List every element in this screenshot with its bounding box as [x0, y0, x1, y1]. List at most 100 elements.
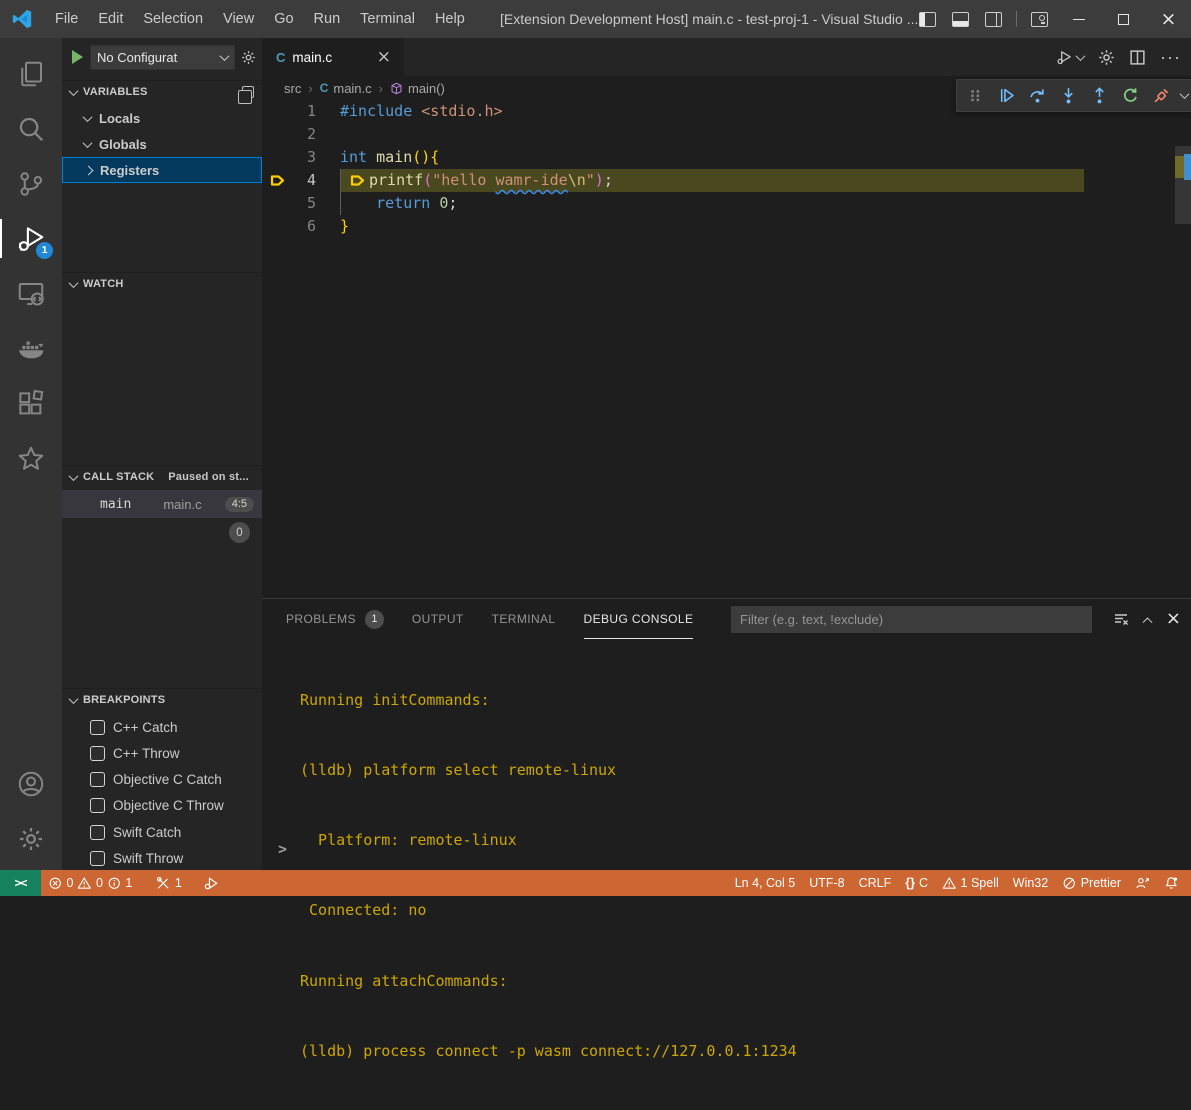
- callstack-frame-row[interactable]: main main.c 4:5: [62, 490, 262, 518]
- activity-run-debug[interactable]: 1: [0, 211, 62, 266]
- console-input-prompt[interactable]: >: [278, 840, 287, 858]
- clear-console-icon[interactable]: [1113, 611, 1129, 627]
- breadcrumb-symbol[interactable]: main(): [408, 81, 445, 96]
- menu-bar: File Edit Selection View Go Run Terminal…: [45, 0, 475, 38]
- variables-item-globals[interactable]: Globals: [62, 131, 262, 157]
- menu-run[interactable]: Run: [304, 0, 351, 38]
- tab-main-c[interactable]: C main.c ×: [262, 38, 404, 76]
- checkbox-icon[interactable]: [90, 851, 105, 866]
- activity-docker[interactable]: [0, 321, 62, 376]
- code-line-6: 6 }: [262, 215, 1191, 238]
- code-editor[interactable]: 1 #include <stdio.h> 2 3 int main(){ 4 p…: [262, 100, 1191, 598]
- eol-sequence[interactable]: CRLF: [852, 870, 899, 896]
- problems-status[interactable]: 0 0 1: [41, 870, 139, 896]
- language-mode[interactable]: {} C: [898, 870, 935, 896]
- menu-help[interactable]: Help: [425, 0, 475, 38]
- checkbox-icon[interactable]: [90, 772, 105, 787]
- breakpoint-cpp-throw[interactable]: C++ Throw: [62, 740, 262, 766]
- toggle-panel-icon[interactable]: [952, 12, 969, 27]
- feedback-button[interactable]: [1128, 870, 1157, 896]
- menu-go[interactable]: Go: [264, 0, 303, 38]
- maximize-panel-icon[interactable]: [1142, 617, 1152, 627]
- debug-config-dropdown[interactable]: No Configurat: [90, 45, 235, 70]
- maximize-button[interactable]: [1101, 0, 1146, 38]
- activity-remote-explorer[interactable]: [0, 266, 62, 321]
- menu-view[interactable]: View: [213, 0, 264, 38]
- activity-search[interactable]: [0, 101, 62, 156]
- debug-settings-gear-icon[interactable]: [241, 50, 256, 65]
- warning-icon: [77, 876, 92, 891]
- run-or-debug-button[interactable]: [1056, 49, 1084, 66]
- tools-icon: [156, 876, 171, 891]
- frame-position-badge: 4:5: [225, 497, 254, 512]
- variables-item-locals[interactable]: Locals: [62, 105, 262, 131]
- debug-sidebar: No Configurat VARIABLES Locals Globals R…: [62, 38, 262, 870]
- activity-explorer[interactable]: [0, 46, 62, 101]
- tab-problems[interactable]: PROBLEMS 1: [286, 599, 384, 639]
- checkbox-icon[interactable]: [90, 746, 105, 761]
- close-button[interactable]: ×: [1146, 0, 1191, 38]
- tab-debug-console[interactable]: DEBUG CONSOLE: [584, 599, 694, 639]
- toggle-sidebar-icon[interactable]: [919, 12, 936, 27]
- breakpoint-objc-catch[interactable]: Objective C Catch: [62, 766, 262, 792]
- overview-ruler[interactable]: [1175, 100, 1191, 598]
- files-icon: [16, 59, 46, 89]
- ruler-current-line-marker: [1175, 156, 1184, 178]
- checkbox-icon[interactable]: [90, 825, 105, 840]
- spell-checker-status[interactable]: 1 Spell: [935, 870, 1006, 896]
- copy-icon[interactable]: [242, 86, 254, 98]
- panel-actions: ×: [1113, 599, 1181, 639]
- checkbox-icon[interactable]: [90, 798, 105, 813]
- variables-section-header[interactable]: VARIABLES: [62, 80, 262, 103]
- breakpoint-cpp-catch[interactable]: C++ Catch: [62, 714, 262, 740]
- menu-edit[interactable]: Edit: [88, 0, 133, 38]
- notifications-button[interactable]: [1157, 870, 1186, 896]
- variables-item-registers[interactable]: Registers: [62, 157, 262, 183]
- remote-indicator[interactable]: ><: [0, 870, 41, 896]
- formatter-status[interactable]: Prettier: [1055, 870, 1128, 896]
- breadcrumb-src[interactable]: src: [284, 81, 301, 96]
- breakpoint-swift-catch[interactable]: Swift Catch: [62, 819, 262, 845]
- status-bar: >< 0 0 1 1 Ln 4, Col 5 UTF-8 CRLF {} C: [0, 870, 1191, 896]
- menu-file[interactable]: File: [45, 0, 88, 38]
- debug-run-icon: [1056, 49, 1073, 66]
- breakpoints-section-header[interactable]: BREAKPOINTS: [62, 688, 262, 711]
- activity-extensions[interactable]: [0, 376, 62, 431]
- variables-title: VARIABLES: [83, 86, 148, 98]
- menu-terminal[interactable]: Terminal: [350, 0, 425, 38]
- platform-target[interactable]: Win32: [1006, 870, 1055, 896]
- warning-icon: [942, 876, 957, 891]
- start-debug-icon[interactable]: [72, 50, 83, 64]
- debug-session-status[interactable]: [197, 870, 226, 896]
- tab-output[interactable]: OUTPUT: [412, 599, 464, 639]
- account-button[interactable]: [0, 756, 62, 811]
- frame-name: main: [100, 497, 131, 512]
- encoding[interactable]: UTF-8: [802, 870, 851, 896]
- chevron-down-icon[interactable]: [1180, 89, 1190, 99]
- breadcrumb-file[interactable]: main.c: [333, 81, 371, 96]
- settings-button[interactable]: [0, 811, 62, 866]
- tools-status[interactable]: 1: [149, 870, 188, 896]
- callstack-section-header[interactable]: CALL STACK Paused on st...: [62, 465, 262, 488]
- split-editor-icon[interactable]: [1129, 49, 1146, 66]
- checkbox-icon[interactable]: [90, 720, 105, 735]
- tab-close-icon[interactable]: ×: [374, 47, 394, 67]
- more-actions-icon[interactable]: ···: [1160, 47, 1181, 68]
- menu-selection[interactable]: Selection: [133, 0, 213, 38]
- gear-icon[interactable]: [1098, 49, 1115, 66]
- cursor-position[interactable]: Ln 4, Col 5: [728, 870, 802, 896]
- watch-title: WATCH: [83, 278, 124, 290]
- customize-layout-icon[interactable]: [1031, 12, 1048, 27]
- breakpoint-swift-throw[interactable]: Swift Throw: [62, 845, 262, 871]
- toggle-secondary-sidebar-icon[interactable]: [985, 12, 1002, 27]
- breakpoint-objc-throw[interactable]: Objective C Throw: [62, 792, 262, 818]
- frame-file: main.c: [163, 497, 201, 512]
- tab-terminal[interactable]: TERMINAL: [492, 599, 556, 639]
- close-panel-icon[interactable]: ×: [1166, 610, 1181, 628]
- callstack-title: CALL STACK: [83, 471, 154, 483]
- console-filter-input[interactable]: [731, 606, 1092, 633]
- minimize-button[interactable]: [1056, 0, 1101, 38]
- activity-source-control[interactable]: [0, 156, 62, 211]
- activity-star[interactable]: [0, 431, 62, 486]
- watch-section-header[interactable]: WATCH: [62, 272, 262, 295]
